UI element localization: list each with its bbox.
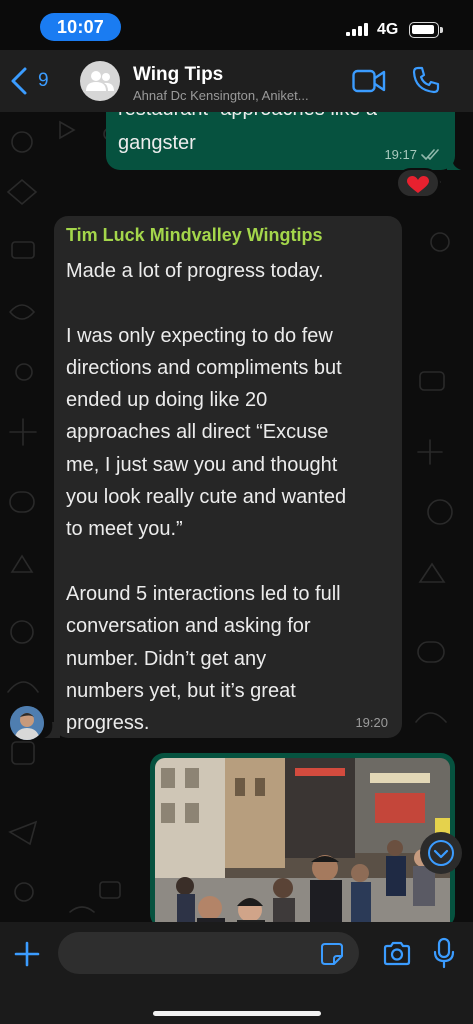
chat-header: 9 Wing Tips Ahnaf Dc Kensington, Aniket.…	[0, 50, 473, 112]
outgoing-message-time: 19:17	[384, 147, 417, 162]
network-type: 4G	[377, 21, 399, 38]
image-message-bubble[interactable]	[150, 753, 455, 928]
incoming-bubble-tail	[44, 722, 60, 738]
home-indicator[interactable]	[153, 1011, 321, 1016]
incoming-message-bubble[interactable]: Tim Luck Mindvalley Wingtips Made a lot …	[54, 216, 402, 738]
outgoing-message-line: gangster	[118, 132, 196, 154]
read-receipt-icon	[421, 148, 439, 160]
outgoing-message-meta: 19:17	[384, 147, 441, 162]
message-text: Made a lot of progress today. I was only…	[66, 255, 396, 739]
unread-count: 9	[38, 70, 49, 91]
message-line: me, I just saw you and thought	[66, 453, 338, 476]
heart-icon	[407, 176, 429, 193]
signal-strength-icon	[346, 22, 370, 36]
street-crowd-photo	[155, 758, 450, 928]
group-avatar-icon	[86, 71, 114, 91]
battery-level	[412, 25, 434, 34]
sticker-icon[interactable]	[320, 942, 344, 966]
back-button[interactable]: 9	[8, 64, 49, 98]
incoming-message-time: 19:20	[355, 715, 388, 730]
message-line: approaches all direct “Excuse	[66, 421, 329, 444]
status-bar: 10:07 4G	[0, 0, 473, 50]
message-line: Made a lot of progress today.	[66, 260, 324, 282]
message-line: to meet you.”	[66, 518, 183, 541]
microphone-icon[interactable]	[432, 937, 456, 969]
message-line: conversation and asking for	[66, 615, 311, 638]
message-line: Around 5 interactions led to full	[66, 582, 341, 605]
scroll-to-bottom-button[interactable]	[420, 832, 462, 874]
chat-participants[interactable]: Ahnaf Dc Kensington, Aniket...	[133, 88, 309, 103]
message-composer	[0, 922, 473, 1024]
message-line: numbers yet, but it’s great	[66, 679, 296, 702]
battery-icon	[409, 22, 443, 38]
heart-reaction[interactable]	[396, 168, 440, 198]
chevron-down-circle-icon	[428, 840, 454, 866]
message-input[interactable]	[58, 932, 359, 974]
chat-title[interactable]: Wing Tips	[133, 64, 223, 86]
outgoing-bubble-tail	[447, 158, 461, 170]
sender-avatar-image	[10, 706, 44, 740]
camera-icon[interactable]	[382, 940, 412, 968]
message-line: I was only expecting to do few	[66, 324, 333, 347]
chevron-left-icon	[11, 67, 27, 95]
message-line: ended up doing like 20	[66, 389, 268, 412]
message-line: you look really cute and wanted	[66, 486, 347, 509]
image-message-photo[interactable]	[155, 758, 450, 928]
message-line: progress.	[66, 712, 150, 735]
status-time[interactable]: 10:07	[40, 13, 121, 41]
group-avatar[interactable]	[80, 61, 120, 101]
phone-icon[interactable]	[412, 66, 440, 94]
sender-name[interactable]: Tim Luck Mindvalley Wingtips	[66, 225, 323, 246]
sender-avatar[interactable]	[10, 706, 44, 740]
video-call-icon[interactable]	[352, 68, 386, 94]
plus-icon[interactable]	[13, 940, 41, 968]
message-line: directions and compliments but	[66, 356, 342, 379]
message-line: number. Didn’t get any	[66, 647, 267, 670]
